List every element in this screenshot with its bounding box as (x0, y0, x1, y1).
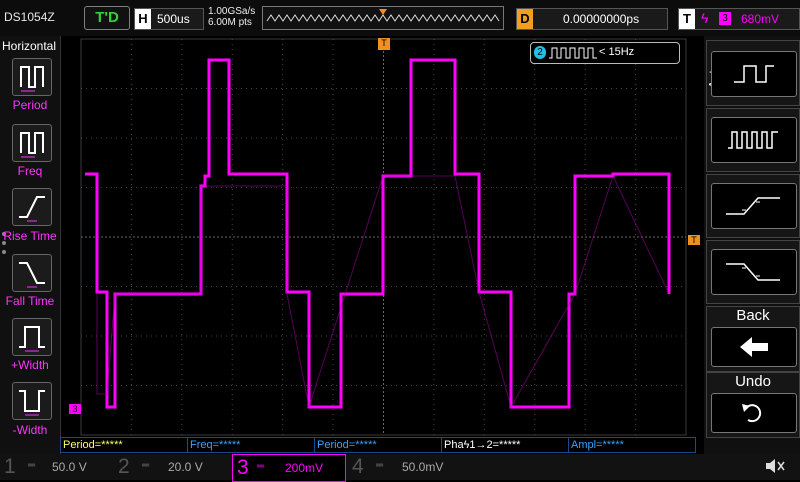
freq-label: Freq (17, 164, 43, 178)
memory-depth: 6.00M pts (208, 17, 252, 28)
pulse-train-button[interactable] (711, 117, 797, 163)
measurement-item[interactable]: Ampl=***** (568, 437, 696, 453)
sample-rate: 1.00GSa/s (208, 6, 256, 17)
fall-time-icon (19, 262, 45, 288)
pulse-train-cell[interactable] (706, 108, 800, 172)
menu-title: Horizontal (2, 39, 57, 53)
measurement-item[interactable]: Period=***** (60, 437, 188, 453)
ch4-number: 4 (352, 455, 364, 478)
dc-coupling-icon: ═ (257, 461, 265, 472)
dc-coupling-icon: ═ (376, 460, 384, 471)
trigger-level: 680mV (741, 12, 780, 26)
period-button[interactable] (12, 58, 52, 96)
trigger-status-badge[interactable]: T'D (84, 6, 130, 30)
falling-edge-cell[interactable] (706, 240, 800, 304)
trigger-level-marker[interactable]: T (688, 235, 700, 245)
auto-square-cell[interactable]: Auto (706, 40, 800, 106)
trigger-position-marker[interactable]: T (378, 38, 390, 50)
positive-width-button[interactable] (12, 318, 52, 356)
delay-box[interactable]: D 0.00000000ps (516, 8, 668, 30)
dc-coupling-icon: ═ (28, 460, 36, 471)
ch4-scale: 50.0mV (402, 460, 444, 474)
rising-edge-button[interactable] (711, 183, 797, 229)
square-wave-icon (734, 65, 774, 83)
rising-edge-cell[interactable] (706, 174, 800, 238)
ch3-scale: 200mV (285, 461, 324, 475)
ch2-frequency-readout: 2 < 15Hz (530, 42, 680, 64)
back-arrow-icon (740, 337, 768, 357)
positive-width-icon (19, 326, 45, 352)
fall-time-label: Fall Time (5, 294, 55, 308)
period-icon (20, 66, 44, 92)
trigger-type-menu: Auto Back Undo (704, 36, 800, 456)
model-name: DS1054Z (4, 10, 55, 24)
speaker-icon (766, 459, 785, 473)
rise-time-icon (19, 196, 45, 222)
delay-key: D (517, 9, 533, 29)
pulse-train-icon (549, 47, 597, 59)
ch2-scale: 20.0 V (168, 460, 203, 474)
memory-waveform-overview[interactable] (262, 6, 504, 30)
ch3-waveform-trace (85, 58, 671, 409)
falling-slope-icon (726, 263, 780, 281)
negative-width-button[interactable] (12, 382, 52, 420)
ch2-frequency-value: < 15Hz (599, 46, 635, 58)
falling-edge-button[interactable] (711, 249, 797, 295)
trigger-box[interactable]: T ϟ 3 680mV (678, 8, 800, 30)
horizontal-timebase-box[interactable]: H 500us (134, 8, 204, 30)
horizontal-measure-menu: Horizontal Period Freq Rise Time Fall Ti… (0, 36, 61, 456)
undo-button[interactable] (711, 393, 797, 433)
ch4-settings[interactable]: 4 ═ 50.0mV (352, 454, 462, 480)
undo-label: Undo (735, 373, 771, 390)
measurement-bar: Period=***** Freq=***** Period=***** Pha… (60, 437, 704, 453)
rise-time-button[interactable] (12, 188, 52, 226)
ch3-number: 3 (237, 456, 249, 479)
measurement-item[interactable]: Phaϟ1→2=***** (441, 437, 569, 453)
horizontal-key: H (135, 9, 151, 29)
freq-button[interactable] (12, 124, 52, 162)
delay-value: 0.00000000ps (563, 12, 640, 26)
timebase-value: 500us (157, 12, 190, 26)
fall-time-button[interactable] (12, 254, 52, 292)
rise-time-label: Rise Time (3, 229, 57, 243)
rising-edge-icon: ϟ (701, 10, 709, 26)
rising-slope-icon (726, 197, 780, 215)
top-status-bar: DS1054Z T'D H 500us 1.00GSa/s 6.00M pts … (0, 0, 800, 36)
measurement-item[interactable]: Freq=***** (187, 437, 315, 453)
negative-width-label: -Width (12, 423, 48, 437)
ch1-settings[interactable]: 1 ═ 50.0 V (4, 454, 108, 480)
positive-width-label: +Width (11, 358, 49, 372)
channel-bar: 1 ═ 50.0 V 2 ═ 20.0 V 3 ═ 200mV 4 ═ 50.0… (0, 454, 800, 482)
ch2-settings[interactable]: 2 ═ 20.0 V (118, 454, 222, 480)
undo-icon (742, 404, 762, 423)
dc-coupling-icon: ═ (142, 460, 150, 471)
ch3-ground-marker[interactable]: 3 (69, 404, 81, 414)
back-button[interactable] (711, 327, 797, 367)
memory-overview-icon (266, 9, 500, 22)
measurement-item[interactable]: Period=***** (314, 437, 442, 453)
ch2-number: 2 (118, 455, 130, 478)
acquisition-info: 1.00GSa/s 6.00M pts (208, 6, 255, 28)
trigger-source: 3 (719, 12, 731, 25)
trigger-key: T (679, 9, 695, 29)
ch2-badge: 2 (534, 46, 546, 59)
undo-cell[interactable]: Undo (706, 372, 800, 438)
ch1-scale: 50.0 V (52, 460, 87, 474)
negative-width-icon (19, 390, 45, 416)
freq-icon (20, 132, 44, 158)
ch3-settings[interactable]: 3 ═ 200mV (232, 454, 346, 482)
sound-muted-icon[interactable] (764, 456, 788, 481)
back-cell[interactable]: Back (706, 306, 800, 372)
dense-pulse-icon (728, 131, 778, 149)
waveform-display[interactable]: T 3 T (61, 36, 701, 436)
back-label: Back (736, 307, 770, 324)
ch1-number: 1 (4, 455, 16, 478)
period-label: Period (12, 98, 48, 112)
waveform-grid (80, 38, 687, 436)
single-pulse-button[interactable] (711, 51, 797, 97)
